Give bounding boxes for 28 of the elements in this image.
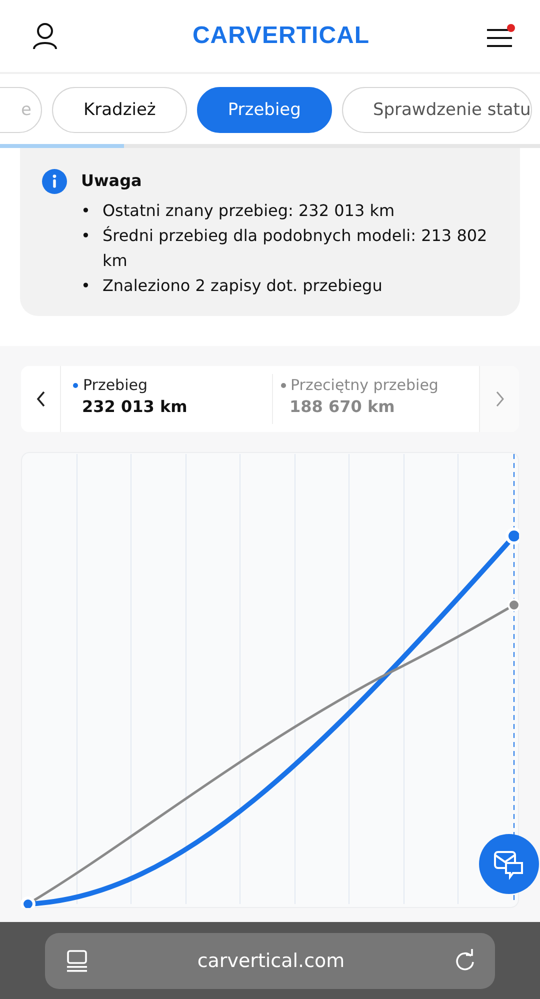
chevron-right-icon xyxy=(494,391,504,407)
end-point[interactable] xyxy=(506,528,519,544)
tab[interactable]: Kradzież xyxy=(52,87,187,134)
bullet: • xyxy=(81,200,90,222)
notice-title: Uwaga xyxy=(81,171,143,190)
message-icon xyxy=(493,848,525,880)
info-icon xyxy=(42,169,67,194)
series-name: Przebieg xyxy=(83,376,148,394)
start-point[interactable] xyxy=(21,896,36,908)
notice-item: Ostatni znany przebieg: 232 013 km xyxy=(102,200,395,222)
logo[interactable]: CARVERTICAL xyxy=(192,22,370,50)
bullet: • xyxy=(81,275,90,297)
user-icon[interactable] xyxy=(32,22,58,50)
tab[interactable]: Przebieg xyxy=(196,87,332,134)
bullet: • xyxy=(81,225,90,247)
url-text[interactable]: carvertical.com xyxy=(197,950,345,972)
end-point[interactable] xyxy=(508,598,519,612)
reload-icon[interactable] xyxy=(453,948,477,972)
tab[interactable]: Sprawdzenie statu xyxy=(342,87,532,134)
address-bar[interactable]: carvertical.com xyxy=(45,932,495,988)
series-value: 232 013 km xyxy=(81,397,188,416)
notice-item: Znaleziono 2 zapisy dot. przebiegu xyxy=(102,275,382,297)
menu-icon[interactable] xyxy=(486,23,516,50)
notice-item: Średni przebieg dla podobnych modeli: 213 802 km xyxy=(102,225,488,272)
tabs-icon xyxy=(65,948,89,972)
series-name: Przeciętny przebieg xyxy=(290,376,438,394)
series-value: 188 670 km xyxy=(288,397,396,416)
chevron-left-icon xyxy=(36,391,46,407)
